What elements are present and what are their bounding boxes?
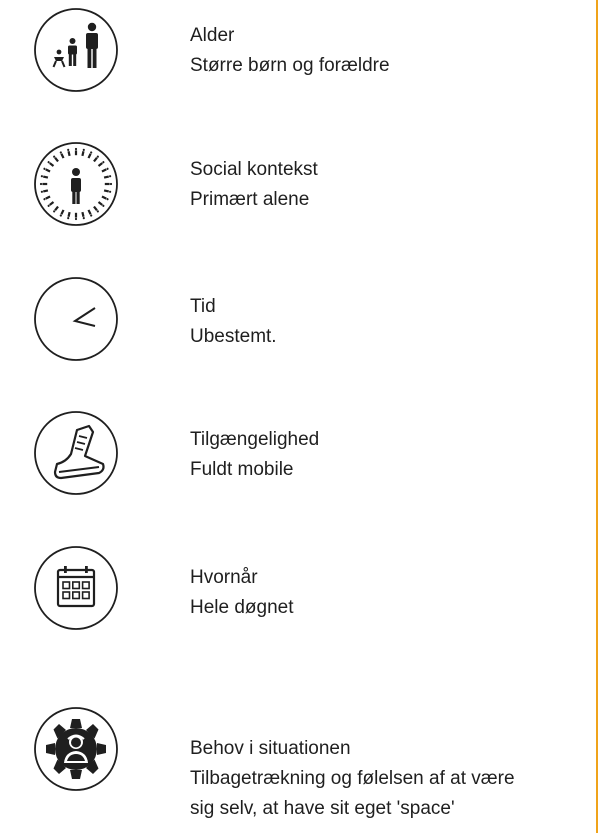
family-age-icon [33,7,119,93]
item-description: Primært alene [190,189,310,210]
clock-icon [33,276,119,362]
calendar-icon [33,545,119,631]
item-description: Ubestemt. [190,326,277,347]
item-title: Behov i situationen [190,738,351,759]
accent-divider-line [596,0,598,833]
social-crowd-icon [33,141,119,227]
item-title: Tilgængelighed [190,429,320,450]
item-title: Hvornår [190,567,258,588]
person-gear-icon [33,706,119,792]
item-description: Fuldt mobile [190,459,294,480]
item-description-line-1: Tilbagetrækning og følelsen af at være [190,768,515,789]
item-title: Social kontekst [190,159,318,180]
item-description: Hele døgnet [190,597,294,618]
shoe-icon [33,410,119,496]
item-description-line-2: sig selv, at have sit eget 'space' [190,798,455,819]
item-description: Større børn og forældre [190,55,390,76]
item-title: Alder [190,25,235,46]
item-title: Tid [190,296,216,317]
